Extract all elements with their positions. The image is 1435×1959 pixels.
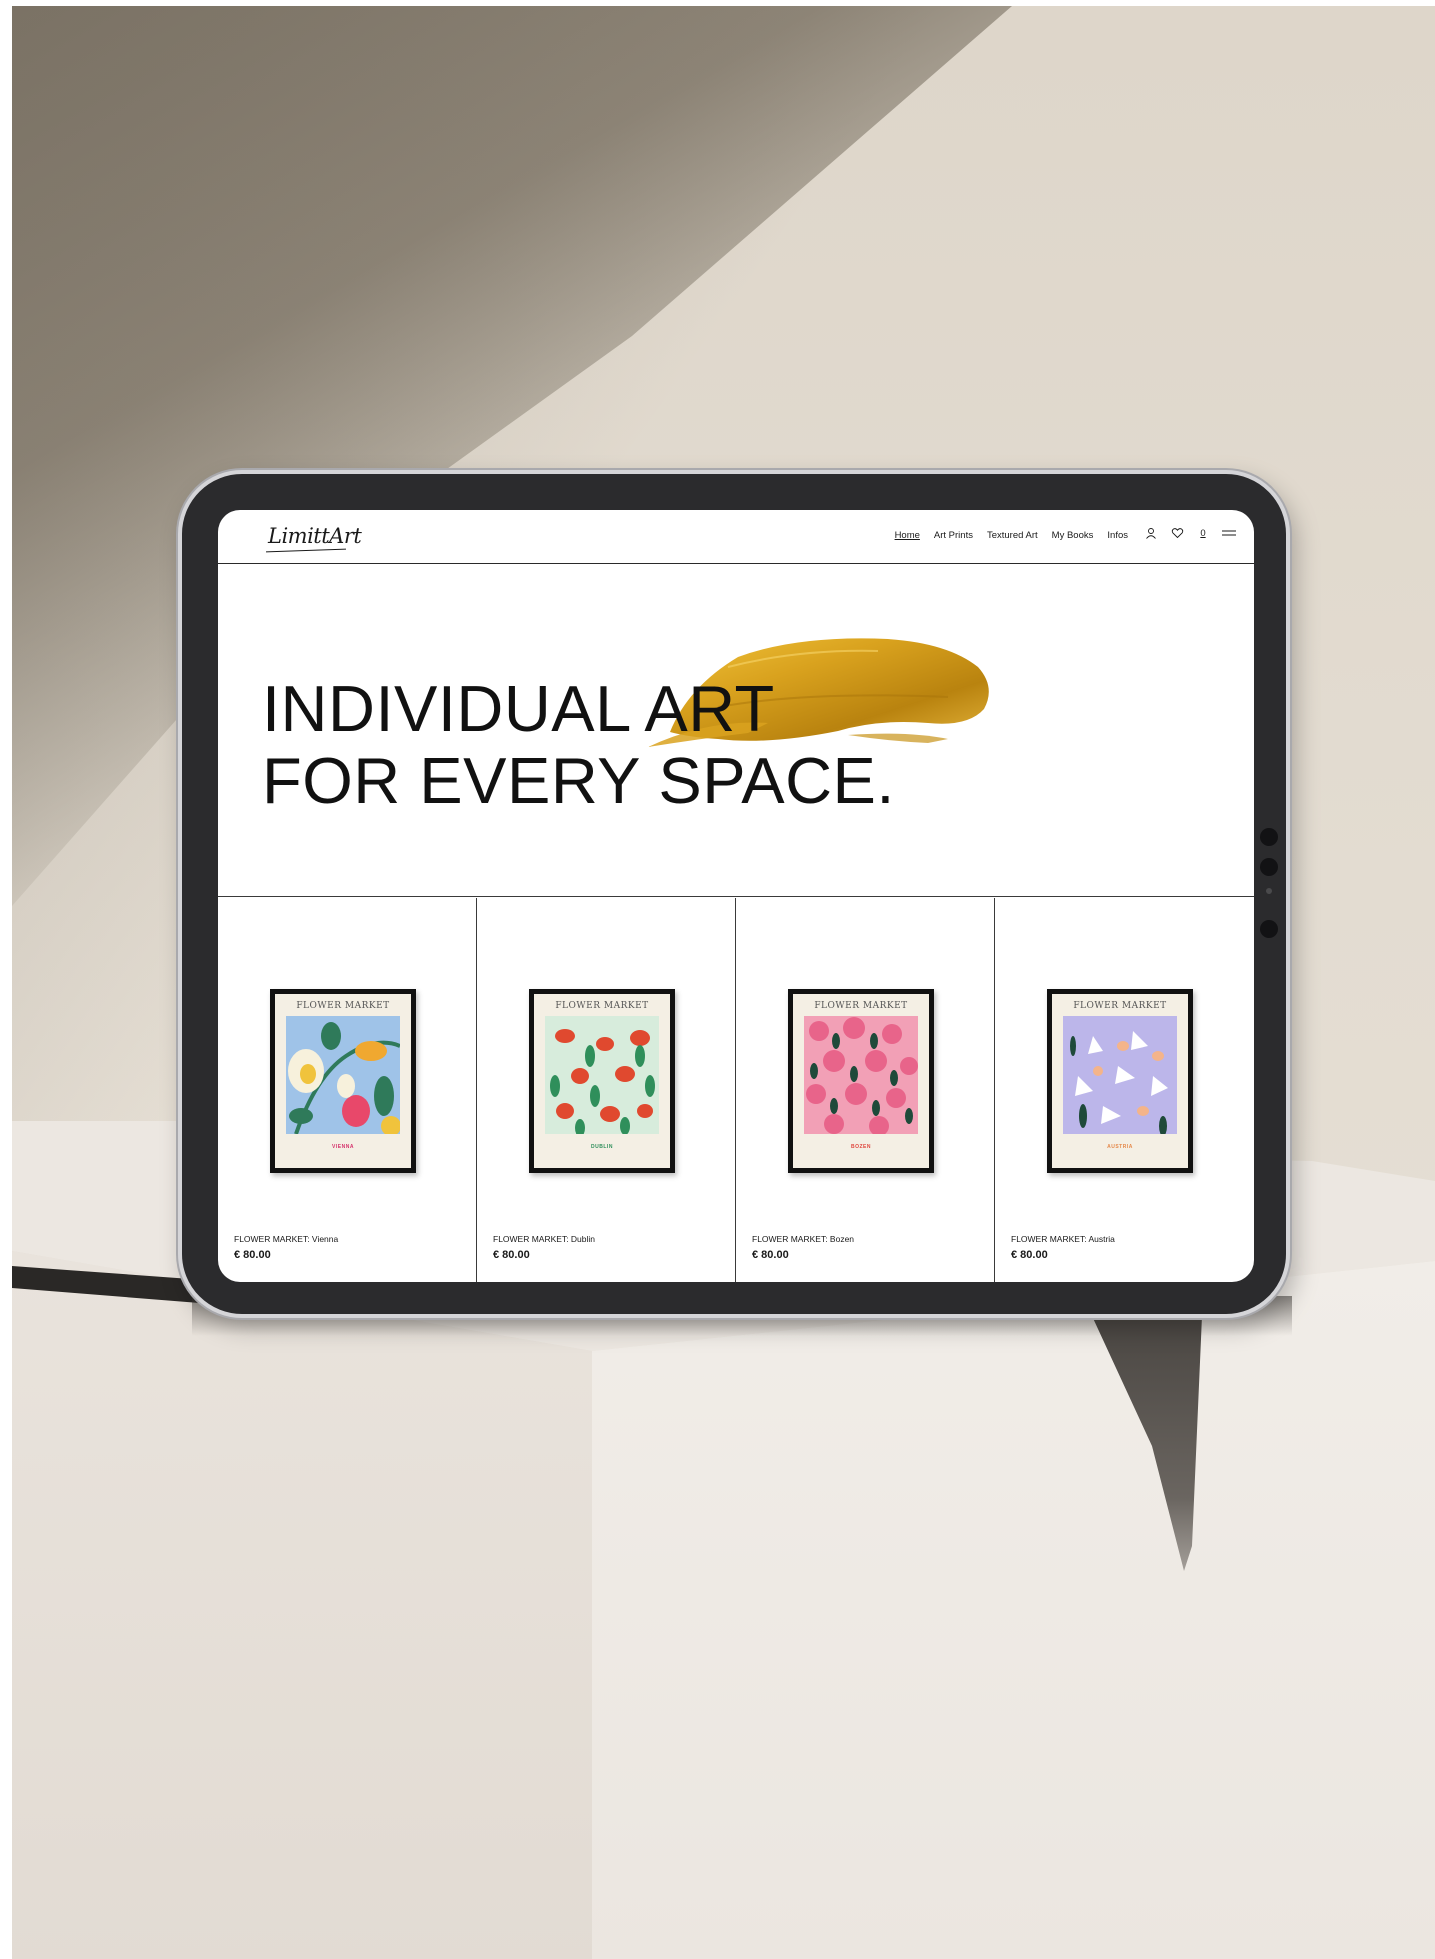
poster-city: BOZEN [851, 1144, 871, 1150]
poster-city: DUBLIN [591, 1144, 613, 1150]
product-card-bozen[interactable]: FLOWER MARKET BOZEN FLOWER MARKET: Bozen… [736, 898, 995, 1282]
poster: FLOWER MARKET [793, 994, 929, 1168]
camera-dot [1260, 828, 1278, 846]
pedestal-right-face [592, 1261, 1435, 1959]
sensor-dot [1266, 888, 1272, 894]
logo-underline [266, 548, 346, 553]
poster-title: FLOWER MARKET [555, 1001, 649, 1011]
poster-title: FLOWER MARKET [296, 1001, 390, 1011]
product-price: € 80.00 [493, 1249, 530, 1261]
hero-headline-line1: INDIVIDUAL ART [262, 672, 775, 745]
product-price: € 80.00 [1011, 1249, 1048, 1261]
camera-dot [1260, 858, 1278, 876]
hero-section: INDIVIDUAL ART FOR EVERY SPACE. [218, 565, 1254, 897]
top-nav: LimittArt Home Art Prints Textured Art M… [218, 510, 1254, 564]
floral-artwork [286, 1016, 400, 1134]
product-card-vienna[interactable]: FLOWER MARKET VIENNA FLOWER MARKET: Vien… [218, 898, 477, 1282]
poster: FLOWER MARKET [534, 994, 670, 1168]
product-card-austria[interactable]: FLOWER MARKET AUSTRIA FLOWER MARKET: Aus… [995, 898, 1254, 1282]
tablet-device: LimittArt Home Art Prints Textured Art M… [178, 470, 1290, 1318]
nav-infos[interactable]: Infos [1107, 530, 1128, 541]
hero-headline-line2: FOR EVERY SPACE. [262, 744, 895, 817]
floral-artwork [1063, 1016, 1177, 1134]
nav-art-prints[interactable]: Art Prints [934, 530, 973, 541]
poster: FLOWER MARKET [275, 994, 411, 1168]
poster-title: FLOWER MARKET [1073, 1001, 1167, 1011]
heart-icon[interactable] [1170, 525, 1184, 541]
camera-dot [1260, 920, 1278, 938]
product-image[interactable]: FLOWER MARKET [1047, 989, 1193, 1173]
pedestal-left-face [12, 1251, 592, 1959]
product-name[interactable]: FLOWER MARKET: Bozen [752, 1234, 854, 1244]
floral-artwork [804, 1016, 918, 1134]
product-name[interactable]: FLOWER MARKET: Vienna [234, 1234, 338, 1244]
product-card-dublin[interactable]: FLOWER MARKET DUBLIN FLOWER MARKET: Dubl… [477, 898, 736, 1282]
floral-artwork [545, 1016, 659, 1134]
menu-icon[interactable] [1222, 525, 1236, 541]
nav-icons: 0 [1144, 525, 1236, 541]
product-image[interactable]: FLOWER MARKET [788, 989, 934, 1173]
website-screen: LimittArt Home Art Prints Textured Art M… [218, 510, 1254, 1282]
user-icon[interactable] [1144, 525, 1158, 541]
nav-home[interactable]: Home [895, 530, 920, 541]
poster-city: AUSTRIA [1107, 1144, 1133, 1150]
product-price: € 80.00 [234, 1249, 271, 1261]
brand-logo[interactable]: LimittArt [268, 524, 362, 548]
poster-city: VIENNA [332, 1144, 354, 1150]
product-image[interactable]: FLOWER MARKET [270, 989, 416, 1173]
product-image[interactable]: FLOWER MARKET [529, 989, 675, 1173]
cart-count[interactable]: 0 [1196, 525, 1210, 541]
main-menu: Home Art Prints Textured Art My Books In… [895, 530, 1128, 541]
poster: FLOWER MARKET [1052, 994, 1188, 1168]
nav-textured-art[interactable]: Textured Art [987, 530, 1038, 541]
product-name[interactable]: FLOWER MARKET: Austria [1011, 1234, 1115, 1244]
poster-title: FLOWER MARKET [814, 1001, 908, 1011]
product-grid: FLOWER MARKET VIENNA FLOWER MARKET: Vien… [218, 898, 1254, 1282]
nav-my-books[interactable]: My Books [1052, 530, 1094, 541]
product-name[interactable]: FLOWER MARKET: Dublin [493, 1234, 595, 1244]
product-price: € 80.00 [752, 1249, 789, 1261]
